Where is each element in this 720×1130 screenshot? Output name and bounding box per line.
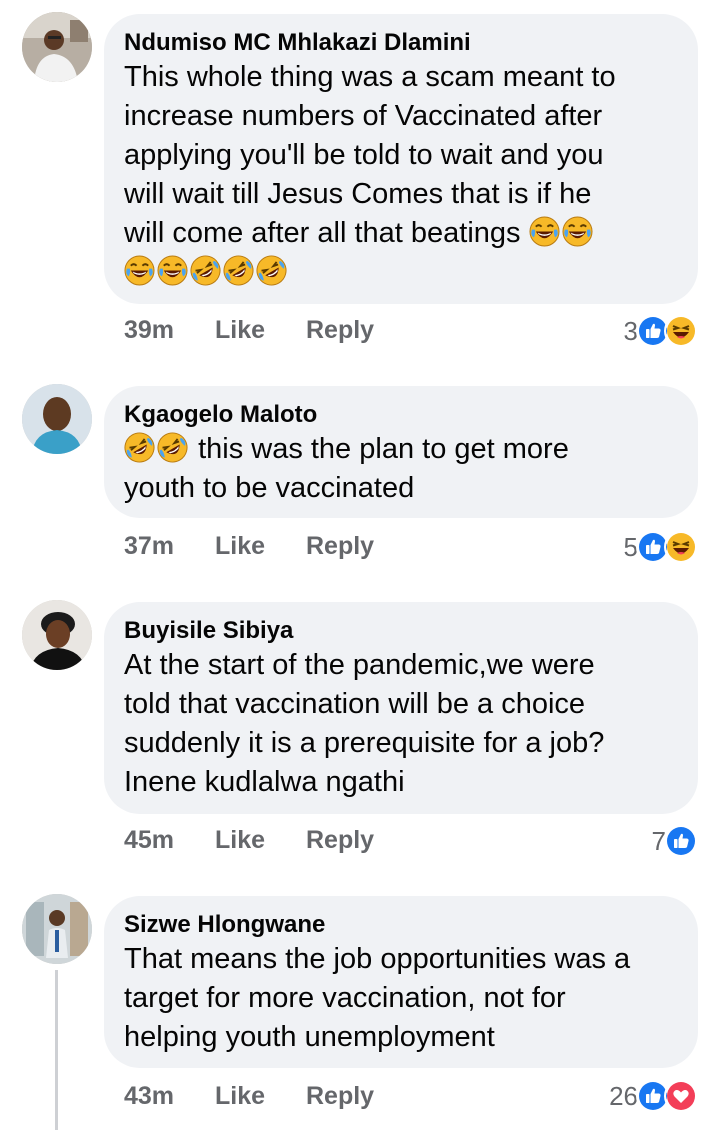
tears-of-joy-emoji-icon (124, 255, 155, 286)
comment-line: target for more vaccination, not for (124, 982, 566, 1014)
comment-line-with-emoji: this was the plan to get more (124, 430, 678, 469)
tears-of-joy-emoji-icon (562, 216, 593, 247)
comment-line: That means the job opportunities was a (124, 943, 631, 975)
comment-line: will wait till Jesus Comes that is if he (124, 178, 592, 210)
comment-actions: 45m Like Reply (124, 826, 408, 855)
timestamp[interactable]: 43m (124, 1082, 174, 1110)
comment-bubble: Buyisile Sibiya At the start of the pand… (104, 602, 698, 814)
tears-of-joy-emoji-icon (529, 216, 560, 247)
reply-thread-line (55, 970, 58, 1130)
rolling-laughing-emoji-icon (190, 255, 221, 286)
emoji-line (124, 253, 678, 292)
rolling-laughing-emoji-icon (157, 432, 188, 463)
comment-actions: 43m Like Reply (124, 1082, 408, 1111)
comment-actions: 39m Like Reply (124, 316, 408, 345)
avatar-photo (22, 894, 92, 964)
reply-button[interactable]: Reply (306, 316, 374, 344)
timestamp[interactable]: 37m (124, 532, 174, 560)
tears-of-joy-emoji-icon (157, 255, 188, 286)
like-button[interactable]: Like (215, 1082, 265, 1110)
author-name[interactable]: Sizwe Hlongwane (124, 910, 678, 940)
reaction-summary[interactable]: 7 (652, 824, 698, 858)
comment-text: this was the plan to get more youth to b… (124, 430, 678, 508)
like-button[interactable]: Like (215, 316, 265, 344)
comment-line: this was the plan to get more (198, 433, 569, 465)
love-icon (664, 1079, 698, 1113)
reply-button[interactable]: Reply (306, 1082, 374, 1110)
haha-icon (664, 530, 698, 564)
author-name[interactable]: Buyisile Sibiya (124, 616, 678, 646)
reaction-summary[interactable]: 26 (609, 1079, 698, 1113)
avatar-photo (22, 12, 92, 82)
reply-button[interactable]: Reply (306, 532, 374, 560)
like-button[interactable]: Like (215, 532, 265, 560)
timestamp[interactable]: 45m (124, 826, 174, 854)
comment-actions: 37m Like Reply (124, 532, 408, 561)
comment-line: increase numbers of Vaccinated after (124, 100, 603, 132)
like-icon (664, 824, 698, 858)
rolling-laughing-emoji-icon (223, 255, 254, 286)
comment-line: suddenly it is a prerequisite for a job? (124, 727, 605, 759)
avatar[interactable] (22, 894, 92, 964)
comment-bubble: Sizwe Hlongwane That means the job oppor… (104, 896, 698, 1068)
comment-line: applying you'll be told to wait and you (124, 139, 604, 171)
comment-bubble: Ndumiso MC Mhlakazi Dlamini This whole t… (104, 14, 698, 304)
rolling-laughing-emoji-icon (124, 432, 155, 463)
comment-bubble: Kgaogelo Maloto this was the plan to get… (104, 386, 698, 518)
avatar-photo (22, 384, 92, 454)
comment-text: This whole thing was a scam meant to inc… (124, 58, 678, 292)
haha-icon (664, 314, 698, 348)
avatar[interactable] (22, 384, 92, 454)
comment-line: told that vaccination will be a choice (124, 688, 586, 720)
like-button[interactable]: Like (215, 826, 265, 854)
comment-text: At the start of the pandemic,we were tol… (124, 646, 678, 802)
comment-line: This whole thing was a scam meant to (124, 61, 616, 93)
comment-line: helping youth unemployment (124, 1021, 495, 1053)
reaction-count: 26 (609, 1080, 638, 1111)
avatar[interactable] (22, 12, 92, 82)
avatar[interactable] (22, 600, 92, 670)
timestamp[interactable]: 39m (124, 316, 174, 344)
comment-line: Inene kudlalwa ngathi (124, 766, 405, 798)
reaction-summary[interactable]: 3 (624, 314, 698, 348)
rolling-laughing-emoji-icon (256, 255, 287, 286)
comment-text: That means the job opportunities was a t… (124, 940, 678, 1057)
comment-line-with-emoji: will come after all that beatings (124, 214, 678, 253)
comment-line: At the start of the pandemic,we were (124, 649, 595, 681)
comment-line: will come after all that beatings (124, 217, 521, 249)
avatar-photo (22, 600, 92, 670)
reaction-summary[interactable]: 5 (624, 530, 698, 564)
author-name[interactable]: Ndumiso MC Mhlakazi Dlamini (124, 28, 678, 58)
reply-button[interactable]: Reply (306, 826, 374, 854)
comment-line: youth to be vaccinated (124, 472, 415, 504)
author-name[interactable]: Kgaogelo Maloto (124, 400, 678, 430)
